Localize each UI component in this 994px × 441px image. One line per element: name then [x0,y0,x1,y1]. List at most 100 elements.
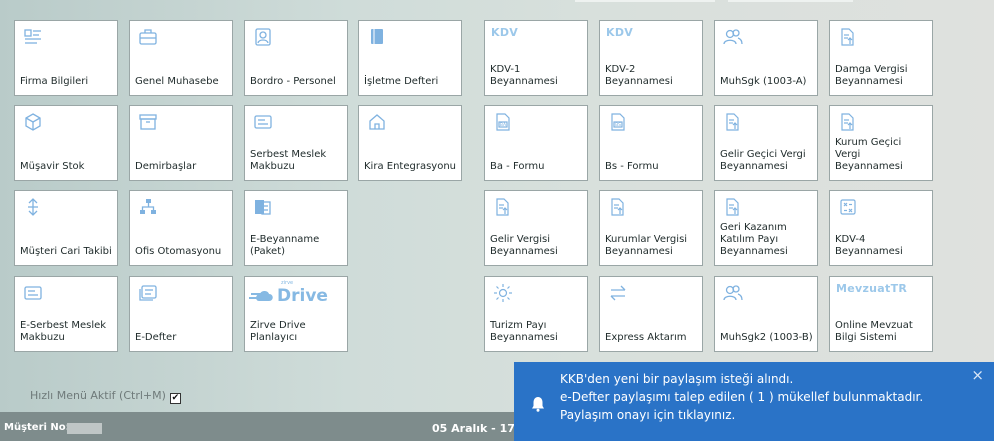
notification-toast[interactable]: KKB'den yeni bir paylaşım isteği alındı.… [514,362,994,441]
tile-turizm-payi[interactable]: Turizm Payı Beyannamesi [484,276,588,352]
tile-label: Ba - Formu [490,161,545,172]
tile-genel-muhasebe[interactable]: Genel Muhasebe [129,20,233,96]
tile-label: Kurumlar Vergisi Beyannamesi [605,234,688,257]
ba-mark: BA [500,122,507,128]
bs-document-icon: BS [611,113,625,131]
status-date-time: 05 Aralık - 17:2 [432,422,527,435]
mevzuat-logo-icon: MevzuatTR [836,282,908,295]
tile-label: Demirbaşlar [135,161,197,172]
ledger-icon [139,285,157,301]
calculator-icon [840,199,856,215]
tile-e-beyanname-paket[interactable]: E-Beyanname (Paket) [244,190,348,266]
tile-label: KDV-4 Beyannamesi [835,234,903,257]
customer-number-masked [67,423,102,434]
tile-label: Express Aktarım [605,332,687,343]
tile-label: Ofis Otomasyonu [135,246,222,257]
bell-icon [532,397,544,412]
tile-bs-formu[interactable]: BS Bs - Formu [599,105,703,181]
tile-label: Turizm Payı Beyannamesi [490,320,558,343]
tile-kira-entegrasyonu[interactable]: Kira Entegrasyonu [358,105,462,181]
document-upload-icon [841,28,854,46]
tile-label: Bs - Formu [605,161,659,172]
transfer-arrows-icon [610,285,626,301]
tile-label: E-Beyanname (Paket) [250,234,320,257]
tile-kdv-4[interactable]: KDV-4 Beyannamesi [829,190,933,266]
tile-e-serbest-meslek-makbuzu[interactable]: E-Serbest Meslek Makbuzu [14,276,118,352]
tile-label: E-Defter [135,332,177,343]
tile-label: Bordro - Personel [250,76,336,87]
box-icon [25,113,41,131]
notification-line-1: KKB'den yeni bir paylaşım isteği alındı. [560,372,794,386]
tile-kurum-gecici-vergi[interactable]: Kurum Geçici Vergi Beyannamesi [829,105,933,181]
tile-muhsgk[interactable]: MuhSgk (1003-A) [714,20,818,96]
sun-icon [494,284,512,302]
tile-label: Serbest Meslek Makbuzu [250,149,327,172]
kdv-logo-icon: KDV [606,26,634,39]
tile-label: Geri Kazanım Katılım Payı Beyannamesi [720,222,788,257]
tile-label: Müşavir Stok [20,161,85,172]
receipt-icon [24,286,42,300]
fast-menu-toggle[interactable]: Hızlı Menü Aktif (Ctrl+M) ✔ [30,389,181,404]
sort-arrows-icon [28,198,38,216]
tile-musavir-stok[interactable]: Müşavir Stok [14,105,118,181]
tile-isletme-defteri[interactable]: İşletme Defteri [358,20,462,96]
top-edge-segment [728,0,853,2]
tile-label: Gelir Vergisi Beyannamesi [490,234,558,257]
archive-icon [139,114,157,130]
fast-menu-label: Hızlı Menü Aktif (Ctrl+M) [30,389,166,402]
tile-label: MuhSgk (1003-A) [720,76,807,87]
tile-damga-vergisi[interactable]: Damga Vergisi Beyannamesi [829,20,933,96]
kdv-logo-icon: KDV [491,26,519,39]
document-upload-icon [726,198,739,216]
tile-kurumlar-vergisi[interactable]: Kurumlar Vergisi Beyannamesi [599,190,703,266]
notification-line-2: e-Defter paylaşımı talep edilen ( 1 ) mü… [560,390,924,404]
tile-zirve-drive-planlayici[interactable]: zirve Drive Zirve Drive Planlayıcı [244,276,348,352]
drive-logo-word: Drive [277,286,328,306]
document-stack-icon [255,200,271,215]
document-upload-icon [496,198,509,216]
notification-line-3: Paylaşım onayı için tıklayınız. [560,408,736,422]
tile-ba-formu[interactable]: BA Ba - Formu [484,105,588,181]
tile-kdv-1[interactable]: KDV KDV-1 Beyannamesi [484,20,588,96]
tile-muhsgk2[interactable]: MuhSgk2 (1003-B) [714,276,818,352]
fast-menu-checkbox[interactable]: ✔ [169,393,181,404]
tile-label: KDV-1 Beyannamesi [490,64,558,87]
id-card-icon [24,29,41,44]
tile-e-defter[interactable]: E-Defter [129,276,233,352]
tile-label: KDV-2 Beyannamesi [605,64,673,87]
tile-express-aktarim[interactable]: Express Aktarım [599,276,703,352]
customer-number-label: Müşteri No: [4,422,70,433]
tile-label: Kurum Geçici Vergi Beyannamesi [835,137,903,172]
tile-label: Gelir Geçici Vergi Beyannamesi [720,149,806,172]
tile-kdv-2[interactable]: KDV KDV-2 Beyannamesi [599,20,703,96]
tile-label: Zirve Drive Planlayıcı [250,320,306,343]
tile-label: Firma Bilgileri [20,76,89,87]
person-card-icon [255,28,271,46]
tile-ofis-otomasyonu[interactable]: Ofis Otomasyonu [129,190,233,266]
tile-label: İşletme Defteri [364,76,439,87]
tile-serbest-meslek-makbuzu[interactable]: Serbest Meslek Makbuzu [244,105,348,181]
notebook-icon [371,29,383,44]
tile-label: E-Serbest Meslek Makbuzu [20,320,107,343]
tile-demirbaslar[interactable]: Demirbaşlar [129,105,233,181]
ba-document-icon: BA [496,113,510,131]
drive-logo-icon: zirve Drive [249,280,329,306]
bs-mark: BS [615,122,621,128]
tile-geri-kazanim[interactable]: Geri Kazanım Katılım Payı Beyannamesi [714,190,818,266]
tile-gelir-vergisi[interactable]: Gelir Vergisi Beyannamesi [484,190,588,266]
tile-firma-bilgileri[interactable]: Firma Bilgileri [14,20,118,96]
top-edge-segment [575,0,715,2]
briefcase-icon [139,29,157,45]
tile-label: Müşteri Cari Takibi [20,246,112,257]
users-icon [723,285,743,301]
tile-bordro-personel[interactable]: Bordro - Personel [244,20,348,96]
home-icon [369,114,385,130]
notification-close-button[interactable]: × [971,366,984,384]
tile-online-mevzuat[interactable]: MevzuatTR Online Mevzuat Bilgi Sistemi [829,276,933,352]
document-upload-icon [726,113,739,131]
document-upload-icon [841,113,854,131]
tile-gelir-gecici-vergi[interactable]: Gelir Geçici Vergi Beyannamesi [714,105,818,181]
org-chart-icon [140,199,156,214]
tile-musteri-cari-takibi[interactable]: Müşteri Cari Takibi [14,190,118,266]
tile-label: Online Mevzuat Bilgi Sistemi [835,320,913,343]
